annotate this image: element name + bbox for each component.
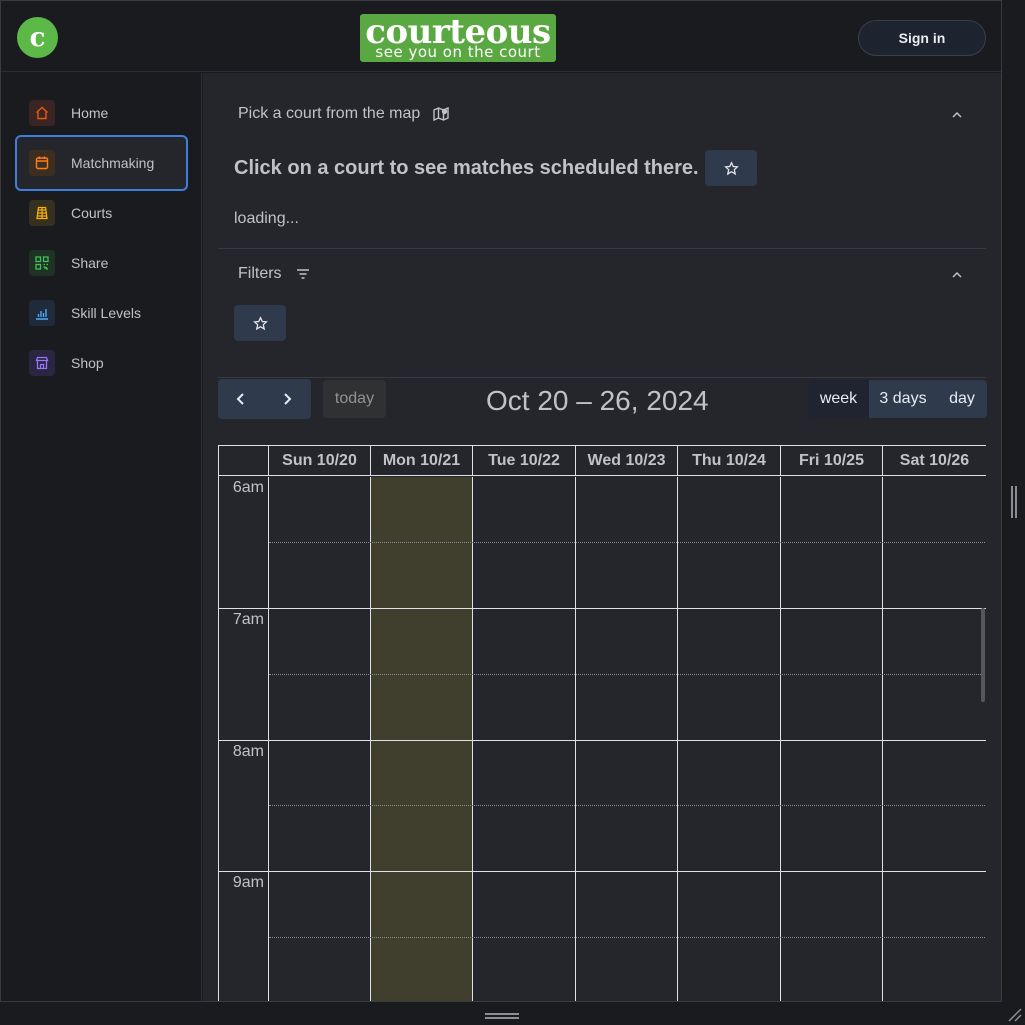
next-week-button[interactable] [264, 379, 310, 419]
filters-section-header[interactable]: Filters [218, 249, 986, 299]
loading-text: loading... [234, 210, 299, 227]
star-icon [723, 160, 739, 175]
sidebar-item-share[interactable]: Share [15, 235, 188, 291]
time-label: 6am [232, 479, 264, 496]
sidebar-item-label: Matchmaking [71, 155, 155, 171]
favorites-filter-button[interactable] [234, 305, 286, 341]
sidebar-item-label: Home [71, 105, 109, 121]
view-week-button[interactable]: week [808, 380, 869, 418]
date-range-title: Oct 20 – 26, 2024 [486, 385, 709, 416]
resize-corner-icon[interactable] [1006, 1006, 1022, 1022]
map-pin-icon [433, 106, 449, 122]
day-header: Mon 10/21 [371, 446, 473, 476]
time-label: 7am [232, 611, 264, 628]
week-calendar: Sun 10/20 Mon 10/21 Tue 10/22 Wed 10/23 … [218, 445, 986, 1001]
half-hour-line [269, 937, 986, 938]
calendar-nav-group [218, 379, 311, 419]
store-icon [29, 350, 55, 376]
horizontal-resize-handle[interactable] [485, 1012, 519, 1020]
sidebar-item-courts[interactable]: Courts [15, 185, 188, 241]
sidebar: Home Matchmaking Courts Share Skill Leve… [1, 73, 202, 1001]
day-header: Fri 10/25 [781, 446, 883, 476]
court-prompt: Click on a court to see matches schedule… [234, 157, 699, 179]
map-section-title: Pick a court from the map [238, 105, 421, 122]
day-header: Thu 10/24 [678, 446, 781, 476]
brand-logo[interactable]: courteous see you on the court [360, 14, 556, 62]
half-hour-line [269, 805, 986, 806]
hour-line [269, 608, 986, 609]
chevron-left-icon [236, 393, 244, 405]
top-header: c courteous see you on the court Sign in [1, 1, 1001, 72]
time-gutter-header [219, 446, 269, 476]
time-label: 8am [232, 743, 264, 760]
sign-in-button[interactable]: Sign in [858, 20, 986, 56]
time-label: 9am [232, 874, 264, 891]
sidebar-item-matchmaking[interactable]: Matchmaking [15, 135, 188, 191]
court-icon [29, 200, 55, 226]
qr-code-icon [29, 250, 55, 276]
map-section-header[interactable]: Pick a court from the map [218, 89, 986, 139]
hour-line [269, 740, 986, 741]
vertical-resize-handle[interactable] [1010, 486, 1018, 518]
hour-line [219, 740, 269, 741]
section-divider [218, 377, 986, 378]
calendar-header-row: Sun 10/20 Mon 10/21 Tue 10/22 Wed 10/23 … [219, 446, 986, 476]
half-hour-line [269, 542, 986, 543]
day-header: Wed 10/23 [576, 446, 678, 476]
calendar-icon [29, 150, 55, 176]
view-day-button[interactable]: day [937, 380, 987, 418]
sidebar-item-label: Courts [71, 205, 113, 221]
sidebar-item-label: Shop [71, 355, 104, 371]
calendar-scrollbar[interactable] [981, 608, 985, 702]
day-header: Sat 10/26 [883, 446, 986, 476]
chevron-up-icon[interactable] [950, 268, 964, 282]
day-header: Sun 10/20 [269, 446, 371, 476]
main-content: Pick a court from the map Click on a cou… [203, 73, 1001, 1001]
hour-line [269, 871, 986, 872]
half-hour-line [269, 674, 986, 675]
day-header: Tue 10/22 [473, 446, 576, 476]
sidebar-item-label: Share [71, 255, 109, 271]
prev-week-button[interactable] [218, 379, 264, 419]
chevron-right-icon [284, 393, 292, 405]
hour-line [219, 608, 269, 609]
chevron-up-icon[interactable] [950, 108, 964, 122]
favorite-court-button[interactable] [705, 150, 757, 186]
sidebar-item-shop[interactable]: Shop [15, 335, 188, 391]
app-logo-icon[interactable]: c [17, 17, 58, 58]
view-3-days-button[interactable]: 3 days [869, 380, 937, 418]
chart-icon [29, 300, 55, 326]
today-button[interactable]: today [323, 380, 386, 418]
sidebar-item-label: Skill Levels [71, 305, 142, 321]
home-icon [29, 100, 55, 126]
filters-section-title: Filters [238, 265, 282, 282]
view-switcher: week 3 days day [808, 380, 987, 418]
brand-tagline: see you on the court [375, 43, 541, 61]
sidebar-item-home[interactable]: Home [15, 85, 188, 141]
app-window: c courteous see you on the court Sign in… [0, 0, 1002, 1002]
sidebar-item-skill-levels[interactable]: Skill Levels [15, 285, 188, 341]
hour-line [219, 871, 269, 872]
star-icon [252, 315, 268, 330]
filter-icon [296, 269, 309, 279]
